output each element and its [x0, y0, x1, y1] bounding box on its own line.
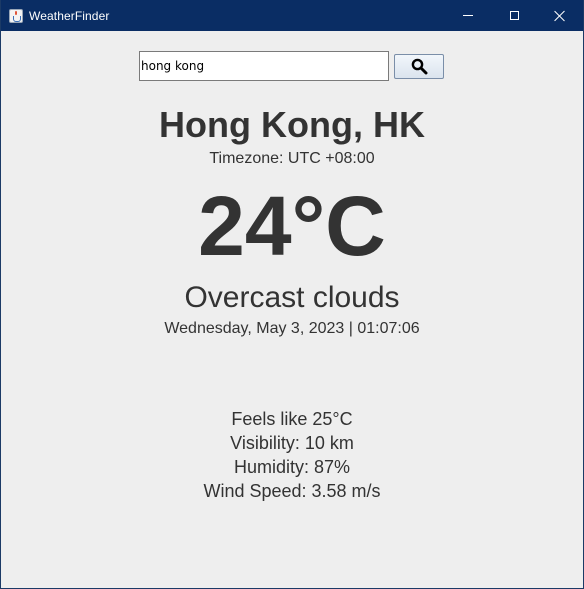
maximize-icon — [509, 11, 519, 20]
city-name: Hong Kong, HK — [159, 104, 425, 145]
wind-speed: Wind Speed: 3.58 m/s — [203, 481, 381, 501]
search-icon — [411, 58, 427, 75]
close-button[interactable] — [537, 0, 583, 31]
minimize-button[interactable] — [445, 0, 491, 31]
window-title: WeatherFinder — [29, 8, 110, 23]
humidity: Humidity: 87% — [233, 457, 351, 477]
temperature-value: 24°C — [198, 179, 386, 273]
minimize-icon — [463, 15, 473, 16]
maximize-button[interactable] — [491, 0, 537, 31]
window-controls — [445, 0, 583, 31]
visibility: Visibility: 10 km — [230, 433, 354, 453]
weatherfinder-window: WeatherFinder Hong Kong, HK Timezone: UT… — [0, 0, 584, 589]
weather-condition: Overcast clouds — [184, 281, 400, 314]
timezone-label: Timezone: UTC +08:00 — [209, 150, 375, 167]
search-button[interactable] — [394, 54, 444, 79]
java-app-icon — [9, 8, 23, 23]
title-bar[interactable]: WeatherFinder — [1, 0, 583, 31]
feels-like: Feels like 25°C — [231, 409, 353, 429]
date-time: Wednesday, May 3, 2023 | 01:07:06 — [164, 320, 420, 337]
close-icon — [554, 10, 566, 22]
search-input[interactable] — [139, 51, 389, 81]
